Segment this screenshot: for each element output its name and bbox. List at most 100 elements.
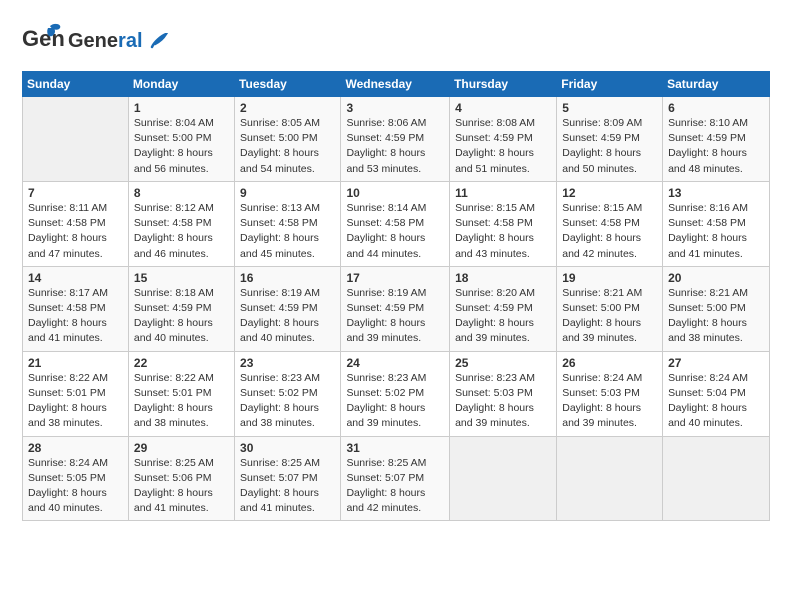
calendar-cell: 7Sunrise: 8:11 AM Sunset: 4:58 PM Daylig… — [23, 181, 129, 266]
day-info: Sunrise: 8:16 AM Sunset: 4:58 PM Dayligh… — [668, 201, 764, 262]
day-number: 7 — [28, 186, 123, 200]
day-info: Sunrise: 8:23 AM Sunset: 5:03 PM Dayligh… — [455, 371, 551, 432]
calendar-cell: 5Sunrise: 8:09 AM Sunset: 4:59 PM Daylig… — [557, 97, 663, 182]
day-info: Sunrise: 8:15 AM Sunset: 4:58 PM Dayligh… — [455, 201, 551, 262]
day-info: Sunrise: 8:23 AM Sunset: 5:02 PM Dayligh… — [240, 371, 335, 432]
calendar-cell: 31Sunrise: 8:25 AM Sunset: 5:07 PM Dayli… — [341, 436, 450, 521]
week-row-3: 14Sunrise: 8:17 AM Sunset: 4:58 PM Dayli… — [23, 266, 770, 351]
day-number: 10 — [346, 186, 444, 200]
calendar-cell: 9Sunrise: 8:13 AM Sunset: 4:58 PM Daylig… — [235, 181, 341, 266]
day-info: Sunrise: 8:11 AM Sunset: 4:58 PM Dayligh… — [28, 201, 123, 262]
logo-text-block: General — [68, 31, 168, 52]
calendar-cell: 13Sunrise: 8:16 AM Sunset: 4:58 PM Dayli… — [663, 181, 770, 266]
calendar-cell: 27Sunrise: 8:24 AM Sunset: 5:04 PM Dayli… — [663, 351, 770, 436]
header-saturday: Saturday — [663, 72, 770, 97]
calendar-cell: 23Sunrise: 8:23 AM Sunset: 5:02 PM Dayli… — [235, 351, 341, 436]
day-number: 1 — [134, 101, 229, 115]
calendar-cell: 28Sunrise: 8:24 AM Sunset: 5:05 PM Dayli… — [23, 436, 129, 521]
day-number: 13 — [668, 186, 764, 200]
day-number: 5 — [562, 101, 657, 115]
day-number: 18 — [455, 271, 551, 285]
day-info: Sunrise: 8:13 AM Sunset: 4:58 PM Dayligh… — [240, 201, 335, 262]
calendar-cell: 24Sunrise: 8:23 AM Sunset: 5:02 PM Dayli… — [341, 351, 450, 436]
calendar-cell: 18Sunrise: 8:20 AM Sunset: 4:59 PM Dayli… — [450, 266, 557, 351]
calendar-table: SundayMondayTuesdayWednesdayThursdayFrid… — [22, 71, 770, 521]
day-info: Sunrise: 8:09 AM Sunset: 4:59 PM Dayligh… — [562, 116, 657, 177]
calendar-cell: 20Sunrise: 8:21 AM Sunset: 5:00 PM Dayli… — [663, 266, 770, 351]
day-info: Sunrise: 8:21 AM Sunset: 5:00 PM Dayligh… — [668, 286, 764, 347]
logo-icon: Gene — [22, 18, 64, 65]
day-number: 14 — [28, 271, 123, 285]
calendar-cell: 6Sunrise: 8:10 AM Sunset: 4:59 PM Daylig… — [663, 97, 770, 182]
calendar-cell: 11Sunrise: 8:15 AM Sunset: 4:58 PM Dayli… — [450, 181, 557, 266]
day-info: Sunrise: 8:12 AM Sunset: 4:58 PM Dayligh… — [134, 201, 229, 262]
calendar-cell: 3Sunrise: 8:06 AM Sunset: 4:59 PM Daylig… — [341, 97, 450, 182]
calendar-cell: 15Sunrise: 8:18 AM Sunset: 4:59 PM Dayli… — [128, 266, 234, 351]
calendar-cell — [663, 436, 770, 521]
svg-text:Gene: Gene — [22, 26, 64, 51]
day-number: 20 — [668, 271, 764, 285]
day-number: 4 — [455, 101, 551, 115]
calendar-cell — [23, 97, 129, 182]
day-info: Sunrise: 8:19 AM Sunset: 4:59 PM Dayligh… — [240, 286, 335, 347]
day-info: Sunrise: 8:17 AM Sunset: 4:58 PM Dayligh… — [28, 286, 123, 347]
day-number: 25 — [455, 356, 551, 370]
calendar-cell: 29Sunrise: 8:25 AM Sunset: 5:06 PM Dayli… — [128, 436, 234, 521]
calendar-cell: 21Sunrise: 8:22 AM Sunset: 5:01 PM Dayli… — [23, 351, 129, 436]
header-thursday: Thursday — [450, 72, 557, 97]
day-info: Sunrise: 8:24 AM Sunset: 5:05 PM Dayligh… — [28, 456, 123, 517]
week-row-2: 7Sunrise: 8:11 AM Sunset: 4:58 PM Daylig… — [23, 181, 770, 266]
day-info: Sunrise: 8:25 AM Sunset: 5:07 PM Dayligh… — [240, 456, 335, 517]
day-number: 28 — [28, 441, 123, 455]
day-info: Sunrise: 8:15 AM Sunset: 4:58 PM Dayligh… — [562, 201, 657, 262]
header: Gene General — [22, 18, 770, 65]
calendar-header: SundayMondayTuesdayWednesdayThursdayFrid… — [23, 72, 770, 97]
calendar-cell: 12Sunrise: 8:15 AM Sunset: 4:58 PM Dayli… — [557, 181, 663, 266]
calendar-cell: 2Sunrise: 8:05 AM Sunset: 5:00 PM Daylig… — [235, 97, 341, 182]
calendar-cell: 16Sunrise: 8:19 AM Sunset: 4:59 PM Dayli… — [235, 266, 341, 351]
logo: Gene General — [22, 18, 168, 65]
day-number: 29 — [134, 441, 229, 455]
day-info: Sunrise: 8:25 AM Sunset: 5:06 PM Dayligh… — [134, 456, 229, 517]
header-friday: Friday — [557, 72, 663, 97]
header-wednesday: Wednesday — [341, 72, 450, 97]
day-number: 11 — [455, 186, 551, 200]
day-number: 22 — [134, 356, 229, 370]
day-number: 26 — [562, 356, 657, 370]
day-number: 21 — [28, 356, 123, 370]
day-info: Sunrise: 8:18 AM Sunset: 4:59 PM Dayligh… — [134, 286, 229, 347]
calendar-cell — [450, 436, 557, 521]
calendar-cell: 25Sunrise: 8:23 AM Sunset: 5:03 PM Dayli… — [450, 351, 557, 436]
day-info: Sunrise: 8:06 AM Sunset: 4:59 PM Dayligh… — [346, 116, 444, 177]
calendar-cell: 14Sunrise: 8:17 AM Sunset: 4:58 PM Dayli… — [23, 266, 129, 351]
day-number: 30 — [240, 441, 335, 455]
day-number: 23 — [240, 356, 335, 370]
calendar-cell: 26Sunrise: 8:24 AM Sunset: 5:03 PM Dayli… — [557, 351, 663, 436]
day-info: Sunrise: 8:08 AM Sunset: 4:59 PM Dayligh… — [455, 116, 551, 177]
day-info: Sunrise: 8:22 AM Sunset: 5:01 PM Dayligh… — [134, 371, 229, 432]
calendar-cell: 19Sunrise: 8:21 AM Sunset: 5:00 PM Dayli… — [557, 266, 663, 351]
day-info: Sunrise: 8:04 AM Sunset: 5:00 PM Dayligh… — [134, 116, 229, 177]
day-info: Sunrise: 8:19 AM Sunset: 4:59 PM Dayligh… — [346, 286, 444, 347]
day-number: 19 — [562, 271, 657, 285]
calendar-cell: 10Sunrise: 8:14 AM Sunset: 4:58 PM Dayli… — [341, 181, 450, 266]
week-row-4: 21Sunrise: 8:22 AM Sunset: 5:01 PM Dayli… — [23, 351, 770, 436]
page: Gene General SundayMondayTuesdayWednesda… — [0, 0, 792, 531]
header-tuesday: Tuesday — [235, 72, 341, 97]
week-row-1: 1Sunrise: 8:04 AM Sunset: 5:00 PM Daylig… — [23, 97, 770, 182]
day-info: Sunrise: 8:24 AM Sunset: 5:04 PM Dayligh… — [668, 371, 764, 432]
day-info: Sunrise: 8:14 AM Sunset: 4:58 PM Dayligh… — [346, 201, 444, 262]
day-info: Sunrise: 8:20 AM Sunset: 4:59 PM Dayligh… — [455, 286, 551, 347]
day-number: 17 — [346, 271, 444, 285]
calendar-body: 1Sunrise: 8:04 AM Sunset: 5:00 PM Daylig… — [23, 97, 770, 521]
day-info: Sunrise: 8:10 AM Sunset: 4:59 PM Dayligh… — [668, 116, 764, 177]
calendar-cell: 4Sunrise: 8:08 AM Sunset: 4:59 PM Daylig… — [450, 97, 557, 182]
day-info: Sunrise: 8:21 AM Sunset: 5:00 PM Dayligh… — [562, 286, 657, 347]
day-info: Sunrise: 8:22 AM Sunset: 5:01 PM Dayligh… — [28, 371, 123, 432]
calendar-cell: 22Sunrise: 8:22 AM Sunset: 5:01 PM Dayli… — [128, 351, 234, 436]
day-number: 15 — [134, 271, 229, 285]
day-info: Sunrise: 8:05 AM Sunset: 5:00 PM Dayligh… — [240, 116, 335, 177]
calendar-cell — [557, 436, 663, 521]
day-info: Sunrise: 8:23 AM Sunset: 5:02 PM Dayligh… — [346, 371, 444, 432]
header-monday: Monday — [128, 72, 234, 97]
